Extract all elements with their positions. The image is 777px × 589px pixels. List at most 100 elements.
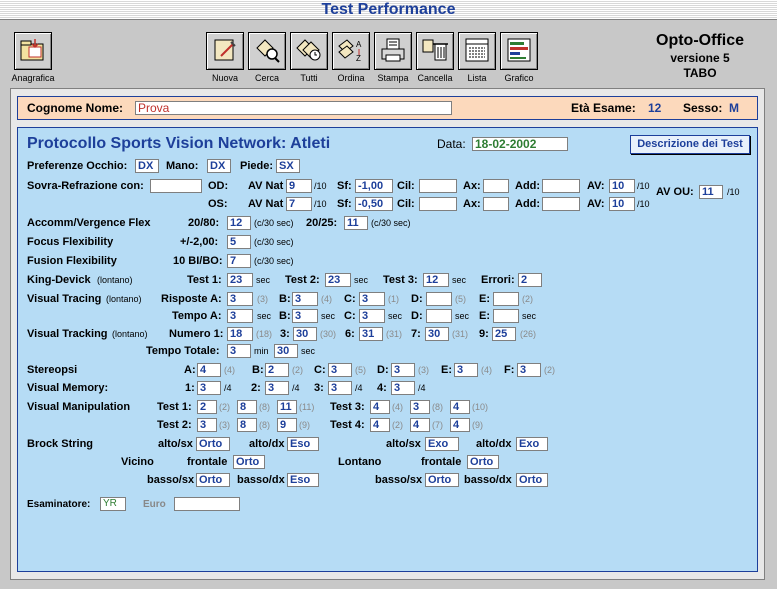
vtracking-num9-field[interactable]: 25 <box>492 327 516 341</box>
stereo-a-field[interactable]: 4 <box>197 363 221 377</box>
os-add-field[interactable] <box>542 197 580 211</box>
vtracking-total-sec-field[interactable]: 30 <box>274 344 298 358</box>
os-avnat-field[interactable]: 7 <box>286 197 312 211</box>
od-add-field[interactable] <box>542 179 580 193</box>
vmanip-test4-a-field[interactable]: 4 <box>370 418 390 432</box>
vtracing-time-a-field[interactable]: 3 <box>227 309 253 323</box>
stereo-b-field[interactable]: 2 <box>265 363 289 377</box>
brock-far-lower-left-field[interactable]: Orto <box>425 473 459 487</box>
fusion-field[interactable]: 7 <box>227 254 251 268</box>
brock-near-front-field[interactable]: Orto <box>233 455 265 469</box>
accomm-2080-label: 20/80: <box>188 217 220 229</box>
vmanip-test2-b-field[interactable]: 8 <box>237 418 257 432</box>
foot-preference-field[interactable]: SX <box>276 159 300 173</box>
vtracking-num1-field[interactable]: 18 <box>227 327 253 341</box>
fusion-prism-label: 10 BI/BO: <box>173 255 223 267</box>
vtracing-answer-c-field[interactable]: 3 <box>359 292 385 306</box>
vmem-1-unit: /4 <box>224 383 232 393</box>
vtracing-time-b-field[interactable]: 3 <box>292 309 318 323</box>
vmanip-test4-c-field[interactable]: 4 <box>450 418 470 432</box>
vtracking-num6-field[interactable]: 31 <box>359 327 383 341</box>
kd-test2-field[interactable]: 23 <box>325 273 351 287</box>
brock-near-upper-right-field[interactable]: Eso <box>287 437 319 451</box>
vmem-1-field[interactable]: 3 <box>197 381 221 395</box>
vmanip-test2-c-field[interactable]: 9 <box>277 418 297 432</box>
vmem-2-label: 2: <box>251 382 261 394</box>
vmanip-test3-b-field[interactable]: 3 <box>410 400 430 414</box>
od-avnat-field[interactable]: 9 <box>286 179 312 193</box>
od-av-field[interactable]: 10 <box>609 179 635 193</box>
vmanip-test4-b-field[interactable]: 4 <box>410 418 430 432</box>
vmem-3-field[interactable]: 3 <box>328 381 352 395</box>
vtracing-answer-b-field[interactable]: 3 <box>292 292 318 306</box>
vmanip-test3-c-field[interactable]: 4 <box>450 400 470 414</box>
cerca-button[interactable] <box>248 32 286 70</box>
vtracing-time-c-field[interactable]: 3 <box>359 309 385 323</box>
name-field[interactable]: Prova <box>135 101 452 115</box>
vmanip-test2-a-field[interactable]: 3 <box>197 418 217 432</box>
anagrafica-button[interactable] <box>14 32 52 70</box>
vmanip-test3-a-field[interactable]: 4 <box>370 400 390 414</box>
ordina-button[interactable]: AZ <box>332 32 370 70</box>
euro-field[interactable] <box>174 497 240 511</box>
vtracing-answer-e-field[interactable] <box>493 292 519 306</box>
lista-button[interactable] <box>458 32 496 70</box>
vmem-4-field[interactable]: 3 <box>391 381 415 395</box>
stereo-e-field[interactable]: 3 <box>454 363 478 377</box>
examiner-field[interactable]: YR <box>100 497 126 511</box>
vmanip-test3-b-ref: (8) <box>432 402 443 412</box>
brock-far-upper-left-field[interactable]: Exo <box>425 437 459 451</box>
kd-errors-field[interactable]: 2 <box>518 273 542 287</box>
av-ou-field[interactable]: 11 <box>699 185 723 199</box>
os-av-field[interactable]: 10 <box>609 197 635 211</box>
overrefraction-field[interactable] <box>150 179 202 193</box>
vmanip-test1-c-field[interactable]: 11 <box>277 400 297 414</box>
stampa-button[interactable] <box>374 32 412 70</box>
grafico-button[interactable] <box>500 32 538 70</box>
brock-far-upper-right-field[interactable]: Exo <box>516 437 548 451</box>
stereo-c-field[interactable]: 3 <box>328 363 352 377</box>
vtracking-num3-field[interactable]: 30 <box>293 327 317 341</box>
accomm-2025-field[interactable]: 11 <box>344 216 368 230</box>
vtracing-answer-a-field[interactable]: 3 <box>227 292 253 306</box>
tutti-button[interactable] <box>290 32 328 70</box>
cancella-button[interactable] <box>416 32 454 70</box>
vtracing-time-e-field[interactable] <box>493 309 519 323</box>
hand-preference-field[interactable]: DX <box>207 159 231 173</box>
vtracking-total-min-field[interactable]: 3 <box>227 344 251 358</box>
od-cil-field[interactable] <box>419 179 457 193</box>
vmanip-test1-b-field[interactable]: 8 <box>237 400 257 414</box>
vmem-4-label: 4: <box>377 382 387 394</box>
test-panel <box>17 127 758 572</box>
vtracing-answer-d-field[interactable] <box>426 292 452 306</box>
brock-near-lower-right-field[interactable]: Eso <box>287 473 319 487</box>
vmanip-test1-a-field[interactable]: 2 <box>197 400 217 414</box>
stereo-d-field[interactable]: 3 <box>391 363 415 377</box>
window-title: Test Performance <box>321 1 456 18</box>
vtracing-time-e-label: E: <box>479 310 490 322</box>
os-cil-field[interactable] <box>419 197 457 211</box>
brock-far-lower-right-field[interactable]: Orto <box>516 473 548 487</box>
nuova-button[interactable] <box>206 32 244 70</box>
brock-far-front-field[interactable]: Orto <box>467 455 499 469</box>
accomm-2080-field[interactable]: 12 <box>227 216 251 230</box>
os-ax-field[interactable] <box>483 197 509 211</box>
vmem-2-field[interactable]: 3 <box>265 381 289 395</box>
brock-near-upper-left-field[interactable]: Orto <box>196 437 230 451</box>
kd-test1-field[interactable]: 23 <box>227 273 253 287</box>
os-sf-field[interactable]: -0,50 <box>355 197 393 211</box>
stereo-b-label: B: <box>252 364 264 376</box>
focus-field[interactable]: 5 <box>227 235 251 249</box>
vtracing-time-d-field[interactable] <box>426 309 452 323</box>
test-description-button[interactable]: Descrizione dei Test <box>630 135 750 154</box>
stereo-f-field[interactable]: 3 <box>517 363 541 377</box>
brock-near-front-label: frontale <box>187 456 228 468</box>
od-ax-field[interactable] <box>483 179 509 193</box>
vtracking-num7-field[interactable]: 30 <box>425 327 449 341</box>
vmem-3-label: 3: <box>314 382 324 394</box>
kd-test3-field[interactable]: 12 <box>423 273 449 287</box>
date-field[interactable]: 18-02-2002 <box>472 137 568 151</box>
od-sf-field[interactable]: -1,00 <box>355 179 393 193</box>
brock-near-lower-left-field[interactable]: Orto <box>196 473 230 487</box>
eye-preference-field[interactable]: DX <box>135 159 159 173</box>
